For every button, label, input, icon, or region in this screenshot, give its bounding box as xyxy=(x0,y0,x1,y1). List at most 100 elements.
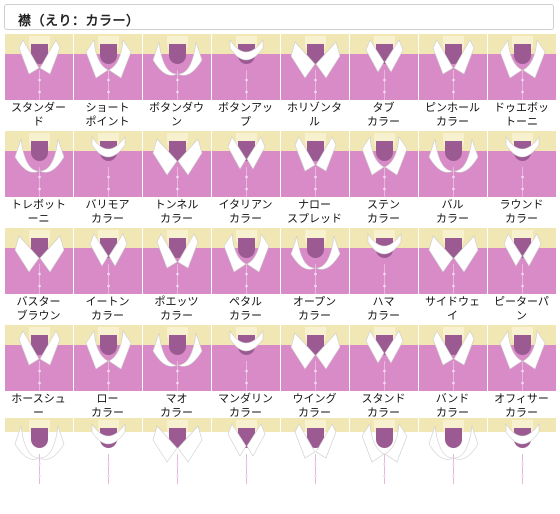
collar-label: ペタル カラー xyxy=(229,295,262,322)
collar-item: マンダリン カラー xyxy=(211,325,280,421)
page-title: 襟（えり：カラー） xyxy=(18,14,140,29)
collar-label: マンダリン カラー xyxy=(218,392,273,419)
collar-label: オフィサー カラー xyxy=(494,392,549,419)
collar-item: スタンド カラー xyxy=(349,325,418,421)
collar-image xyxy=(142,34,211,100)
collar-label: ハマ カラー xyxy=(367,295,400,322)
collar-image xyxy=(280,418,349,488)
collar-image xyxy=(418,418,487,488)
collar-label: バンド カラー xyxy=(435,392,470,419)
collar-label: ボタンダウ ン xyxy=(149,101,204,128)
collar-image xyxy=(418,34,487,100)
collar-item xyxy=(418,418,487,514)
collar-image xyxy=(280,131,349,197)
collar-label: トンネル カラー xyxy=(154,198,199,225)
collar-image xyxy=(418,325,487,391)
collar-image xyxy=(211,228,280,294)
collar-image xyxy=(4,325,73,391)
collar-item: ウイング カラー xyxy=(280,325,349,421)
collar-image xyxy=(280,34,349,100)
collar-image xyxy=(211,325,280,391)
collar-image xyxy=(487,228,556,294)
collar-image xyxy=(349,325,418,391)
collar-image xyxy=(349,34,418,100)
collar-item: ドゥエボッ トーニ xyxy=(487,34,556,130)
collar-image xyxy=(349,131,418,197)
collar-item: トレボット ーニ xyxy=(4,131,73,227)
collar-label: スタンド カラー xyxy=(361,392,406,419)
collar-label: ステン カラー xyxy=(367,198,400,225)
collar-image xyxy=(73,418,142,488)
collar-image xyxy=(280,228,349,294)
collar-image xyxy=(487,131,556,197)
collar-item: バンド カラー xyxy=(418,325,487,421)
collar-item xyxy=(142,418,211,514)
collar-label: サイドウェ イ xyxy=(425,295,480,322)
collar-item: バル カラー xyxy=(418,131,487,227)
collar-label: ショート ポイント xyxy=(85,101,130,128)
collar-image xyxy=(349,418,418,488)
collar-image xyxy=(73,325,142,391)
collar-label: ピンホール カラー xyxy=(425,101,480,128)
collar-label: バスター ブラウン xyxy=(16,295,61,322)
collar-image xyxy=(211,34,280,100)
collar-item: マオ カラー xyxy=(142,325,211,421)
collar-image xyxy=(142,228,211,294)
collar-label: トレボット ーニ xyxy=(11,198,66,225)
collar-item: オープン カラー xyxy=(280,228,349,324)
collar-item: ホリゾンタ ル xyxy=(280,34,349,130)
collar-item: サイドウェ イ xyxy=(418,228,487,324)
collar-item xyxy=(211,418,280,514)
collar-label: ポエッツ カラー xyxy=(154,295,199,322)
collar-label: バリモア カラー xyxy=(85,198,130,225)
collar-item: バスター ブラウン xyxy=(4,228,73,324)
collar-image xyxy=(73,228,142,294)
collar-label: ピーターパ ン xyxy=(494,295,549,322)
collar-item: バリモア カラー xyxy=(73,131,142,227)
collar-image xyxy=(418,131,487,197)
collar-label: ナロー スプレッド xyxy=(287,198,342,225)
collar-item: ショート ポイント xyxy=(73,34,142,130)
collar-image xyxy=(142,131,211,197)
collar-image xyxy=(4,131,73,197)
collar-item: ハマ カラー xyxy=(349,228,418,324)
collar-image xyxy=(142,325,211,391)
collar-image xyxy=(487,34,556,100)
collar-item: トンネル カラー xyxy=(142,131,211,227)
collar-item xyxy=(349,418,418,514)
collar-item: タブ カラー xyxy=(349,34,418,130)
collar-label: イタリアン カラー xyxy=(218,198,273,225)
collar-image xyxy=(211,131,280,197)
collar-item: イタリアン カラー xyxy=(211,131,280,227)
collar-item: ボタンダウ ン xyxy=(142,34,211,130)
collar-item: ペタル カラー xyxy=(211,228,280,324)
collar-item: ピンホール カラー xyxy=(418,34,487,130)
section-header: 襟（えり：カラー） xyxy=(4,4,554,30)
collar-item: スタンダー ド xyxy=(4,34,73,130)
collar-item: ロー カラー xyxy=(73,325,142,421)
collar-item xyxy=(280,418,349,514)
collar-item: オフィサー カラー xyxy=(487,325,556,421)
collar-label: スタンダー ド xyxy=(11,101,66,128)
collar-image xyxy=(211,418,280,488)
collar-item: ポエッツ カラー xyxy=(142,228,211,324)
collar-item: イートン カラー xyxy=(73,228,142,324)
collar-image xyxy=(280,325,349,391)
collar-item: ステン カラー xyxy=(349,131,418,227)
collar-item xyxy=(4,418,73,514)
collar-item: ボタンアッ プ xyxy=(211,34,280,130)
collar-item: ホースシュ ー xyxy=(4,325,73,421)
collar-label: ボタンアッ プ xyxy=(218,101,273,128)
collar-label: ラウンド カラー xyxy=(499,198,544,225)
collar-item xyxy=(73,418,142,514)
collar-image xyxy=(142,418,211,488)
collar-label: ホースシュ ー xyxy=(11,392,66,419)
collar-image xyxy=(73,34,142,100)
collar-item: ピーターパ ン xyxy=(487,228,556,324)
collar-label: ドゥエボッ トーニ xyxy=(494,101,549,128)
collar-label: タブ カラー xyxy=(367,101,400,128)
collar-label: ホリゾンタ ル xyxy=(287,101,342,128)
collar-label: ロー カラー xyxy=(91,392,124,419)
collar-image xyxy=(487,418,556,488)
collar-image xyxy=(487,325,556,391)
